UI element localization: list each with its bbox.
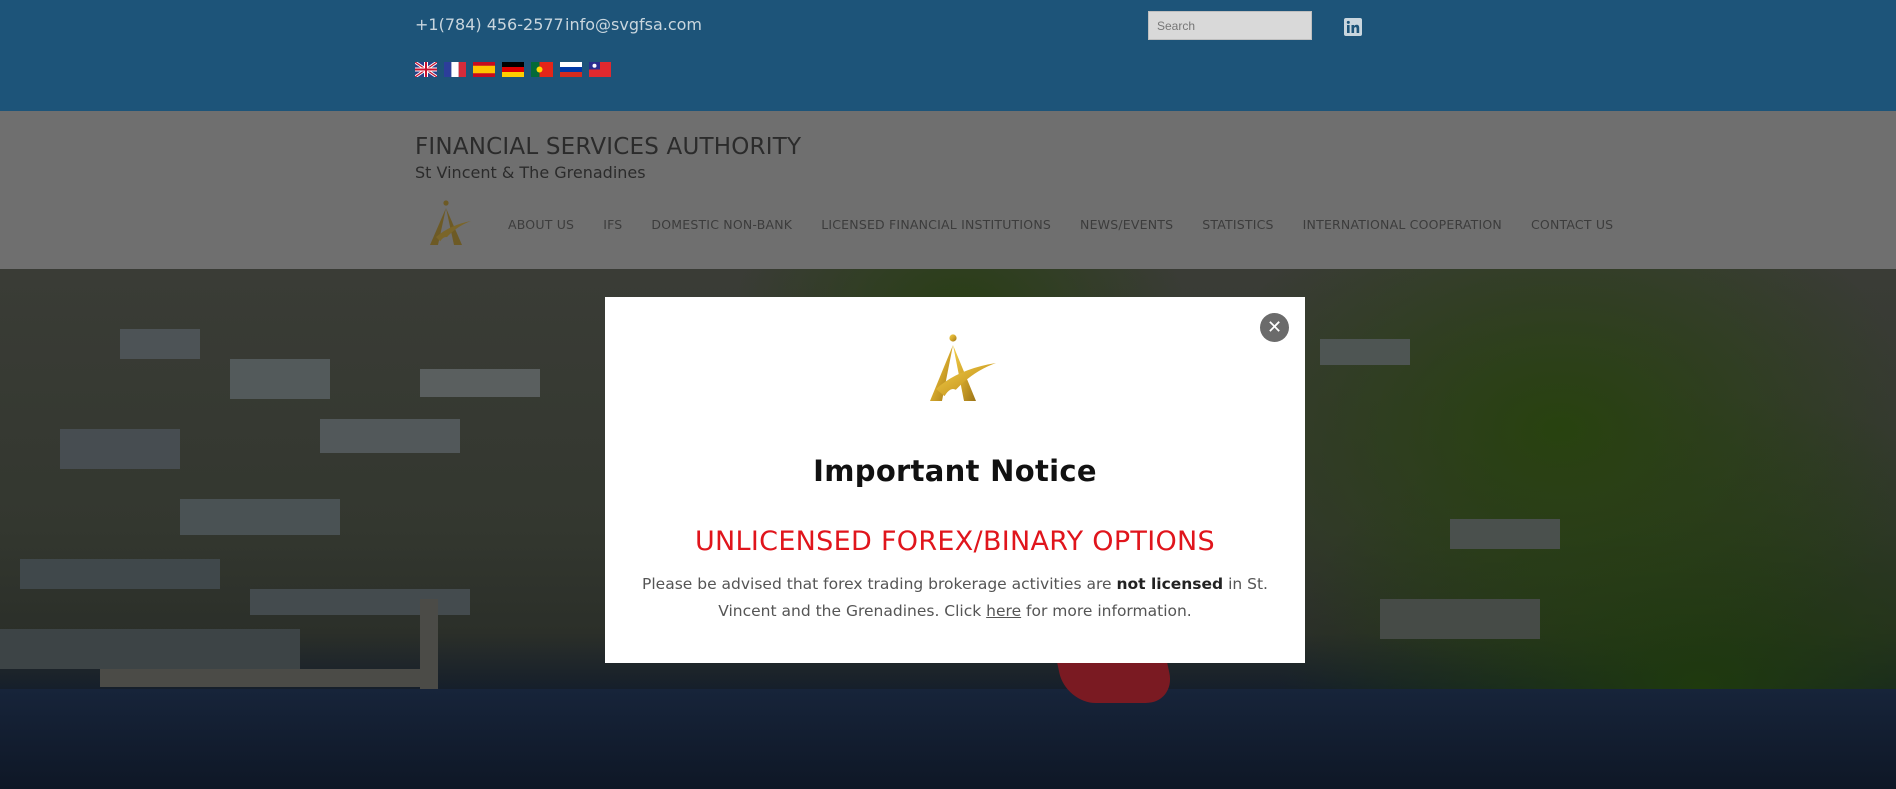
flag-taiwan-icon[interactable] [589, 62, 611, 77]
nav-contact-us[interactable]: CONTACT US [1531, 217, 1613, 232]
body-text-post: for more information. [1021, 602, 1192, 620]
linkedin-icon[interactable] [1344, 18, 1362, 36]
email-link[interactable]: info@svgfsa.com [565, 15, 702, 34]
site-title[interactable]: FINANCIAL SERVICES AUTHORITY [415, 134, 801, 160]
nav-licensed-financial-institutions[interactable]: LICENSED FINANCIAL INSTITUTIONS [821, 217, 1051, 232]
nav-statistics[interactable]: STATISTICS [1202, 217, 1273, 232]
search-input[interactable] [1148, 11, 1312, 40]
main-nav: ABOUT US IFS DOMESTIC NON-BANK LICENSED … [508, 217, 1642, 232]
nav-news-events[interactable]: NEWS/EVENTS [1080, 217, 1173, 232]
site-subtitle: St Vincent & The Grenadines [415, 163, 646, 182]
flag-spain-icon[interactable] [473, 62, 495, 77]
modal-body-text: Please be advised that forex trading bro… [627, 571, 1283, 625]
close-button[interactable]: ✕ [1260, 313, 1289, 342]
modal-alert-title: UNLICENSED FOREX/BINARY OPTIONS [695, 526, 1215, 557]
top-bar: +1(784) 456-2577 info@svgfsa.com [0, 0, 1896, 111]
flag-uk-icon[interactable] [415, 62, 437, 77]
language-flags [415, 62, 611, 77]
fsa-logo-icon [930, 334, 996, 401]
nav-domestic-non-bank[interactable]: DOMESTIC NON-BANK [651, 217, 792, 232]
body-text-bold: not licensed [1116, 575, 1224, 593]
flag-france-icon[interactable] [444, 62, 466, 77]
nav-about-us[interactable]: ABOUT US [508, 217, 574, 232]
flag-russia-icon[interactable] [560, 62, 582, 77]
site-header: FINANCIAL SERVICES AUTHORITY St Vincent … [0, 111, 1896, 269]
modal-heading: Important Notice [813, 454, 1097, 488]
nav-international-cooperation[interactable]: INTERNATIONAL COOPERATION [1303, 217, 1502, 232]
flag-germany-icon[interactable] [502, 62, 524, 77]
phone-number[interactable]: +1(784) 456-2577 [415, 15, 564, 34]
flag-portugal-icon[interactable] [531, 62, 553, 77]
body-text-pre: Please be advised that forex trading bro… [642, 575, 1117, 593]
important-notice-modal: ✕ Important Notice UNLICENSED FOREX/BINA… [605, 297, 1305, 663]
nav-ifs[interactable]: IFS [603, 217, 622, 232]
more-info-link[interactable]: here [986, 602, 1021, 620]
fsa-logo-icon[interactable] [416, 199, 476, 249]
